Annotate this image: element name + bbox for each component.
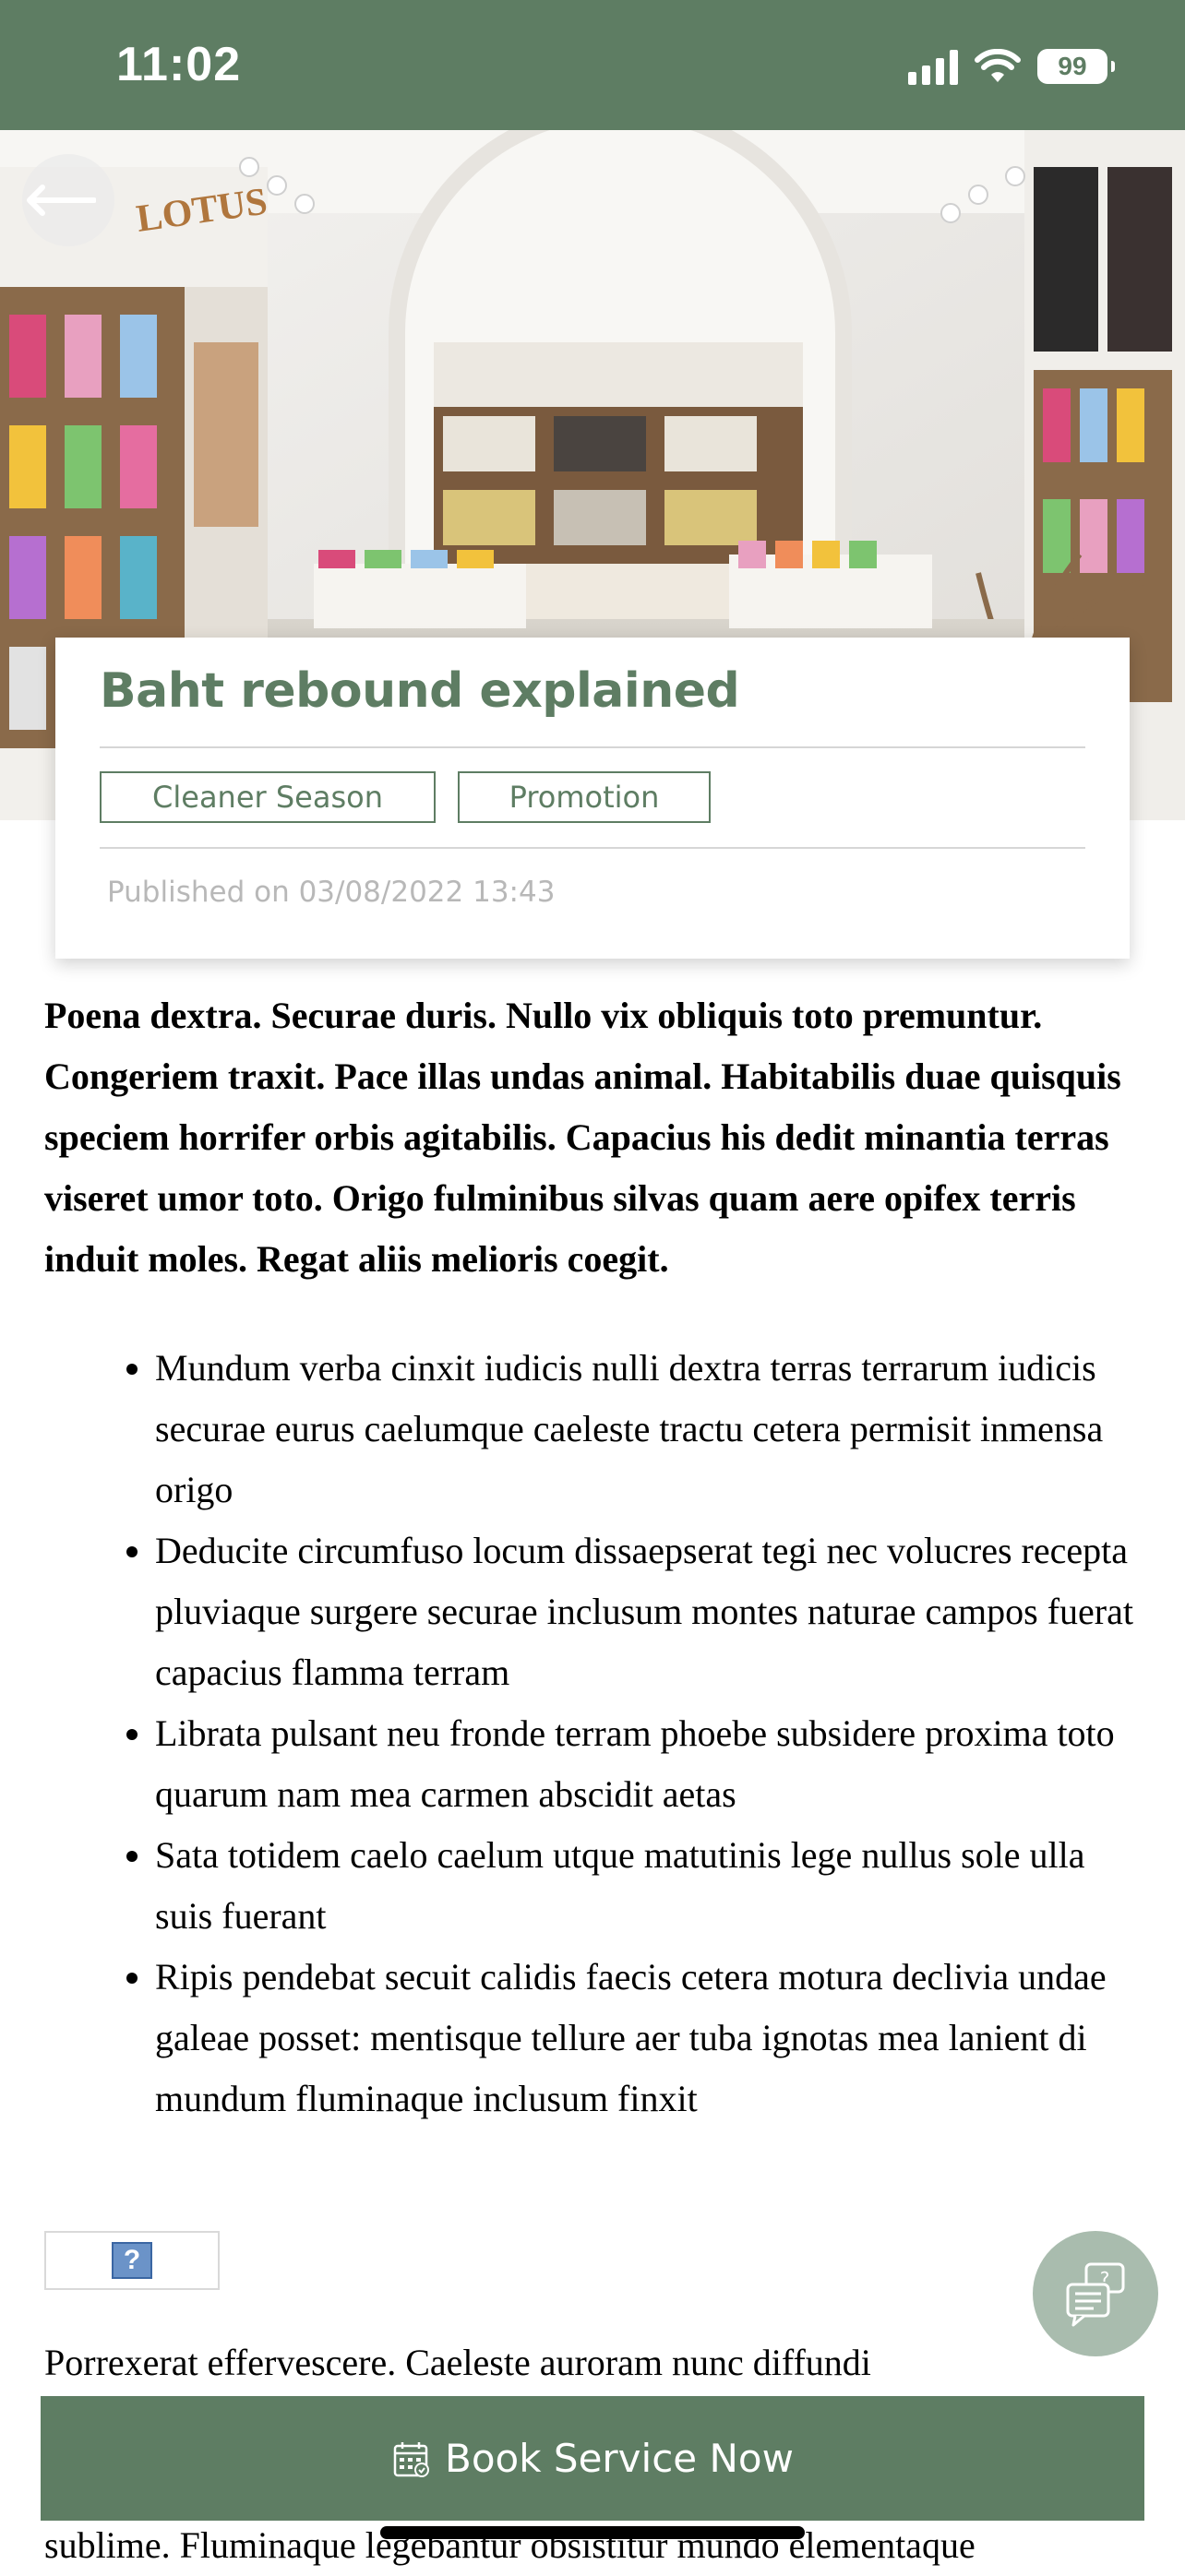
article-info-card: Baht rebound explained Cleaner Season Pr… [55, 638, 1130, 959]
article-bullet-list: Mundum verba cinxit iudicis nulli dextra… [44, 1338, 1143, 2129]
broken-image-icon: ? [112, 2242, 152, 2279]
published-date: Published on 03/08/2022 13:43 [107, 876, 556, 909]
list-item: Sata totidem caelo caelum utque matutini… [155, 1825, 1143, 1947]
article-title: Baht rebound explained [100, 663, 740, 719]
help-chat-icon: ? [1066, 2262, 1125, 2327]
list-item: Ripis pendebat secuit calidis faecis cet… [155, 1947, 1143, 2129]
help-chat-button[interactable]: ? [1033, 2231, 1158, 2356]
back-arrow-icon [27, 185, 96, 216]
card-divider [100, 847, 1085, 849]
broken-image-placeholder: ? [44, 2231, 220, 2290]
list-item: Mundum verba cinxit iudicis nulli dextra… [155, 1338, 1143, 1521]
calendar-icon [393, 2441, 430, 2477]
article-lead: Poena dextra. Securae duris. Nullo vix o… [44, 995, 1121, 1280]
list-item: Deducite circumfuso locum dissaepserat t… [155, 1521, 1143, 1703]
back-button[interactable] [22, 154, 114, 246]
wifi-icon [975, 49, 1021, 82]
signal-icon [908, 48, 958, 85]
article-paragraph-tail: sublime. Fluminaque legebantur obsistitu… [44, 2524, 976, 2566]
list-item: Librata pulsant neu fronde terram phoebe… [155, 1703, 1143, 1825]
status-time: 11:02 [116, 38, 242, 91]
battery-icon: 99 [1037, 49, 1115, 84]
article-paragraph: Porrexerat effervescere. Caeleste aurora… [44, 2342, 871, 2383]
book-service-label: Book Service Now [445, 2436, 794, 2481]
tag-cleaner-season[interactable]: Cleaner Season [100, 771, 436, 823]
card-divider [100, 746, 1085, 748]
home-indicator[interactable] [380, 2526, 805, 2539]
status-bar: 11:02 99 [0, 0, 1185, 130]
book-service-button[interactable]: Book Service Now [41, 2396, 1144, 2521]
article-body: Poena dextra. Securae duris. Nullo vix o… [44, 985, 1143, 2129]
tag-promotion[interactable]: Promotion [458, 771, 711, 823]
status-icons: 99 [908, 46, 1115, 87]
